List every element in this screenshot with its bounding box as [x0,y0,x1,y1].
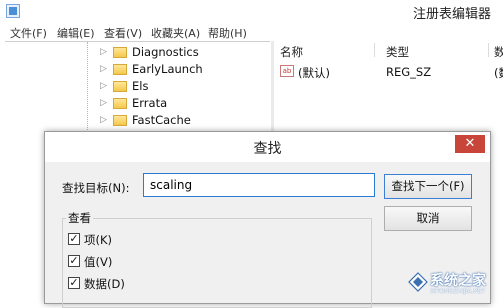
watermark-logo-icon [408,272,428,292]
menu-help[interactable]: 帮助(H) [208,25,247,41]
data-checkbox[interactable]: ✓ [68,277,80,289]
regedit-app-icon [6,4,20,18]
tree-item-label: EarlyLaunch [132,62,203,76]
expand-arrow-icon[interactable]: ▷ [100,64,107,74]
tree-item[interactable]: ▷ EarlyLaunch [5,61,270,78]
folder-icon [113,47,127,58]
menu-file[interactable]: 文件(F) [10,25,47,41]
keys-checkbox[interactable]: ✓ [68,233,80,245]
close-icon[interactable]: ✕ [455,135,485,153]
expand-arrow-icon[interactable]: ▷ [100,47,107,57]
tree-item-label: Els [132,79,149,93]
menu-bar: 文件(F) 编辑(E) 查看(V) 收藏夹(A) 帮助(H) [0,24,503,40]
column-separator[interactable] [374,43,375,57]
string-value-icon: ab [280,65,294,77]
menu-edit[interactable]: 编辑(E) [57,25,95,41]
column-header-data[interactable]: 数 [494,44,503,60]
find-next-button[interactable]: 查找下一个(F) [384,174,472,199]
site-watermark: 系统之家 XITONGZHIJIA.NET [408,268,503,302]
title-bar: 注册表编辑器 [0,0,503,24]
column-header-type[interactable]: 类型 [386,44,409,60]
column-header-name[interactable]: 名称 [280,44,303,60]
menu-view[interactable]: 查看(V) [104,25,142,41]
find-what-input[interactable] [143,173,375,197]
dialog-title: 查找 [253,141,282,157]
value-type: REG_SZ [386,65,432,79]
tree-item[interactable]: ▷ Els [5,78,270,95]
tree-item[interactable]: ▷ Diagnostics [5,44,270,61]
tree-item-label: FastCache [132,113,191,127]
window-title: 注册表编辑器 [412,7,491,22]
watermark-subtext: XITONGZHIJIA.NET [430,288,486,295]
cancel-button[interactable]: 取消 [384,206,472,231]
value-name[interactable]: (默认) [298,65,330,81]
look-at-label: 查看 [66,210,93,226]
data-option-label: 数据(D) [84,277,125,291]
tree-item-label: Errata [132,96,168,110]
folder-icon [113,81,127,92]
tree-item-label: Diagnostics [132,45,199,59]
value-data: (数 [494,66,503,80]
values-checkbox[interactable]: ✓ [68,255,80,267]
tree-item[interactable]: ▷ Errata [5,95,270,112]
dialog-title-bar: 查找 ✕ [45,132,490,162]
tree-item[interactable]: ▷ FastCache [5,112,270,129]
menu-favorites[interactable]: 收藏夹(A) [151,25,200,41]
expand-arrow-icon[interactable]: ▷ [100,81,107,91]
watermark-text: 系统之家 [430,273,486,289]
values-option-label: 值(V) [84,255,113,269]
expand-arrow-icon[interactable]: ▷ [100,98,107,108]
folder-icon [113,64,127,75]
folder-icon [113,98,127,109]
find-what-label: 查找目标(N): [62,181,130,195]
column-separator[interactable] [488,43,489,57]
keys-option-label: 项(K) [84,233,113,247]
expand-arrow-icon[interactable]: ▷ [100,115,107,125]
folder-icon [113,115,127,126]
look-at-group: 查看 ✓ 项(K) ✓ 值(V) ✓ 数据(D) [62,210,372,308]
